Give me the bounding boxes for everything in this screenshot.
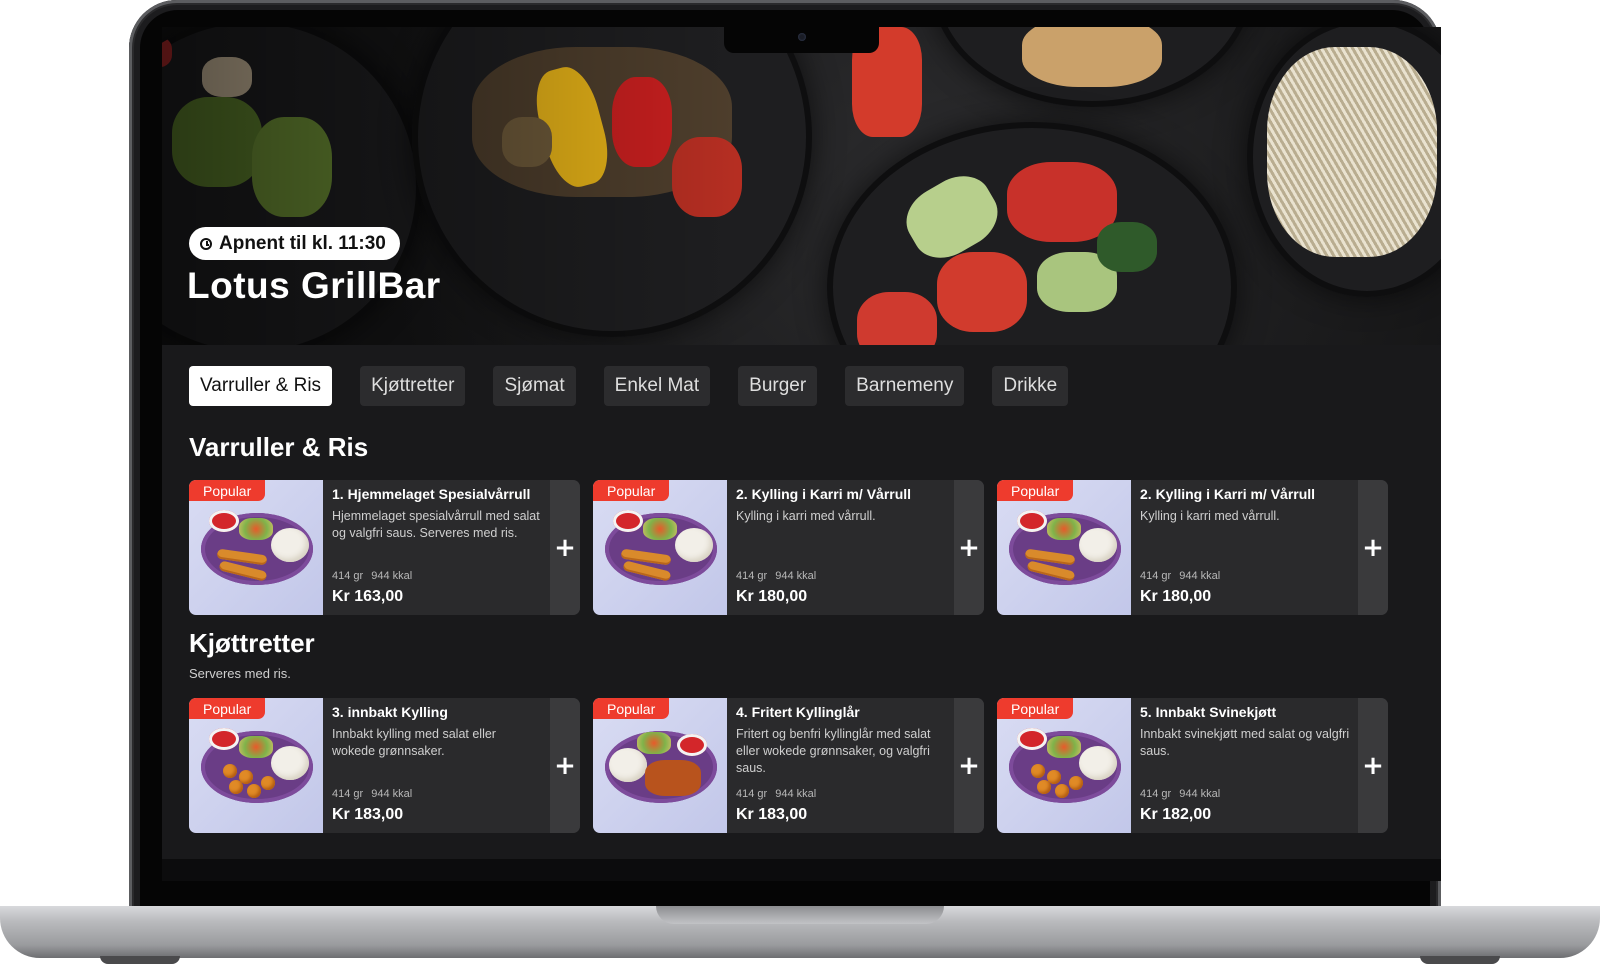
popular-badge: Popular <box>997 480 1074 501</box>
popular-badge: Popular <box>189 698 266 719</box>
item-kcal: 944 kkal <box>371 570 413 582</box>
item-meta: 414 gr 944 kkal <box>736 788 824 800</box>
restaurant-title: Lotus GrillBar <box>187 265 441 306</box>
item-price: Kr 183,00 <box>736 806 808 823</box>
clock-icon <box>200 237 212 250</box>
item-weight: 414 gr <box>332 570 364 582</box>
add-to-cart-button[interactable]: + <box>1358 480 1388 615</box>
item-description: Kylling i karri med vårrull. <box>1140 509 1280 523</box>
item-description: Fritert og benfri kyllinglår med salat e… <box>736 727 931 775</box>
menu-item-card[interactable]: Popular 3. innbakt Kylling Innbakt kylli… <box>189 698 580 833</box>
item-meta: 414 gr 944 kkal <box>1140 788 1228 800</box>
item-description: Innbakt svinekjøtt med salat og valgfri … <box>1140 727 1350 758</box>
add-to-cart-button[interactable]: + <box>550 480 580 615</box>
item-name: 2. Kylling i Karri m/ Vårrull <box>1140 486 1316 502</box>
add-to-cart-button[interactable]: + <box>1358 698 1388 833</box>
menu-item-card[interactable]: Popular 2. Kylling i Karri m/ Vårrull Ky… <box>997 480 1388 615</box>
laptop-foot <box>1420 956 1500 964</box>
add-to-cart-button[interactable]: + <box>954 698 984 833</box>
tab-drikke[interactable]: Drikke <box>992 366 1069 406</box>
item-price: Kr 180,00 <box>1140 588 1212 605</box>
item-kcal: 944 kkal <box>775 788 817 800</box>
item-price: Kr 180,00 <box>736 588 808 605</box>
item-price: Kr 182,00 <box>1140 806 1212 823</box>
item-description: Innbakt kylling med salat eller wokede g… <box>332 727 496 758</box>
popular-badge: Popular <box>997 698 1074 719</box>
item-meta: 414 gr 944 kkal <box>1140 570 1228 582</box>
plus-icon: + <box>554 750 576 781</box>
item-price: Kr 183,00 <box>332 806 404 823</box>
menu-item-card[interactable]: Popular 5. Innbakt Svinekjøtt Innbakt sv… <box>997 698 1388 833</box>
item-price: Kr 163,00 <box>332 588 404 605</box>
item-description: Hjemmelaget spesialvårrull med salat og … <box>332 509 540 540</box>
tab-barnemeny[interactable]: Barnemeny <box>845 366 965 406</box>
item-meta: 414 gr 944 kkal <box>332 788 420 800</box>
plus-icon: + <box>1362 750 1384 781</box>
menu-item-card[interactable]: Popular 2. Kylling i Karri m/ Vårrull Ky… <box>593 480 984 615</box>
screen-bottom-bezel <box>162 859 1441 881</box>
plus-icon: + <box>958 750 980 781</box>
add-to-cart-button[interactable]: + <box>550 698 580 833</box>
laptop-opening-groove <box>656 906 944 924</box>
plus-icon: + <box>1362 532 1384 563</box>
tab-kjottretter[interactable]: Kjøttretter <box>360 366 466 406</box>
item-kcal: 944 kkal <box>775 570 817 582</box>
hero-banner: Apnent til kl. 11:30 Lotus GrillBar <box>162 27 1441 345</box>
laptop-foot <box>100 956 180 964</box>
plus-icon: + <box>958 532 980 563</box>
item-weight: 414 gr <box>332 788 364 800</box>
item-name: 2. Kylling i Karri m/ Vårrull <box>736 486 912 502</box>
open-hours-badge: Apnent til kl. 11:30 <box>189 227 400 260</box>
item-description: Kylling i karri med vårrull. <box>736 509 876 523</box>
category-tabs: Varruller & Ris Kjøttretter Sjømat Enkel… <box>189 366 1096 406</box>
item-kcal: 944 kkal <box>371 788 413 800</box>
camera-icon <box>798 33 806 41</box>
plus-icon: + <box>554 532 576 563</box>
item-weight: 414 gr <box>1140 788 1172 800</box>
popular-badge: Popular <box>593 480 670 501</box>
menu-item-card[interactable]: Popular 1. Hjemmelaget Spesialvårrull Hj… <box>189 480 580 615</box>
popular-badge: Popular <box>189 480 266 501</box>
section-title: Kjøttretter <box>189 628 315 658</box>
item-name: 4. Fritert Kyllinglår <box>736 704 860 720</box>
tab-enkel-mat[interactable]: Enkel Mat <box>603 366 711 406</box>
item-kcal: 944 kkal <box>1179 570 1221 582</box>
item-weight: 414 gr <box>1140 570 1172 582</box>
item-name: 1. Hjemmelaget Spesialvårrull <box>332 486 531 502</box>
section-title: Varruller & Ris <box>189 432 369 462</box>
item-weight: 414 gr <box>736 788 768 800</box>
popular-badge: Popular <box>593 698 670 719</box>
open-hours-text: Apnent til kl. 11:30 <box>219 232 386 254</box>
item-weight: 414 gr <box>736 570 768 582</box>
add-to-cart-button[interactable]: + <box>954 480 984 615</box>
item-name: 5. Innbakt Svinekjøtt <box>1140 704 1277 720</box>
item-meta: 414 gr 944 kkal <box>736 570 824 582</box>
section-subtitle: Serveres med ris. <box>189 666 291 681</box>
screen: Apnent til kl. 11:30 Lotus GrillBar Varr… <box>162 27 1441 859</box>
item-kcal: 944 kkal <box>1179 788 1221 800</box>
item-name: 3. innbakt Kylling <box>332 704 448 720</box>
tab-sjomat[interactable]: Sjømat <box>493 366 576 406</box>
item-meta: 414 gr 944 kkal <box>332 570 420 582</box>
tab-varruller-ris[interactable]: Varruller & Ris <box>189 366 333 406</box>
menu-item-card[interactable]: Popular 4. Fritert Kyllinglår Fritert og… <box>593 698 984 833</box>
tab-burger[interactable]: Burger <box>738 366 818 406</box>
